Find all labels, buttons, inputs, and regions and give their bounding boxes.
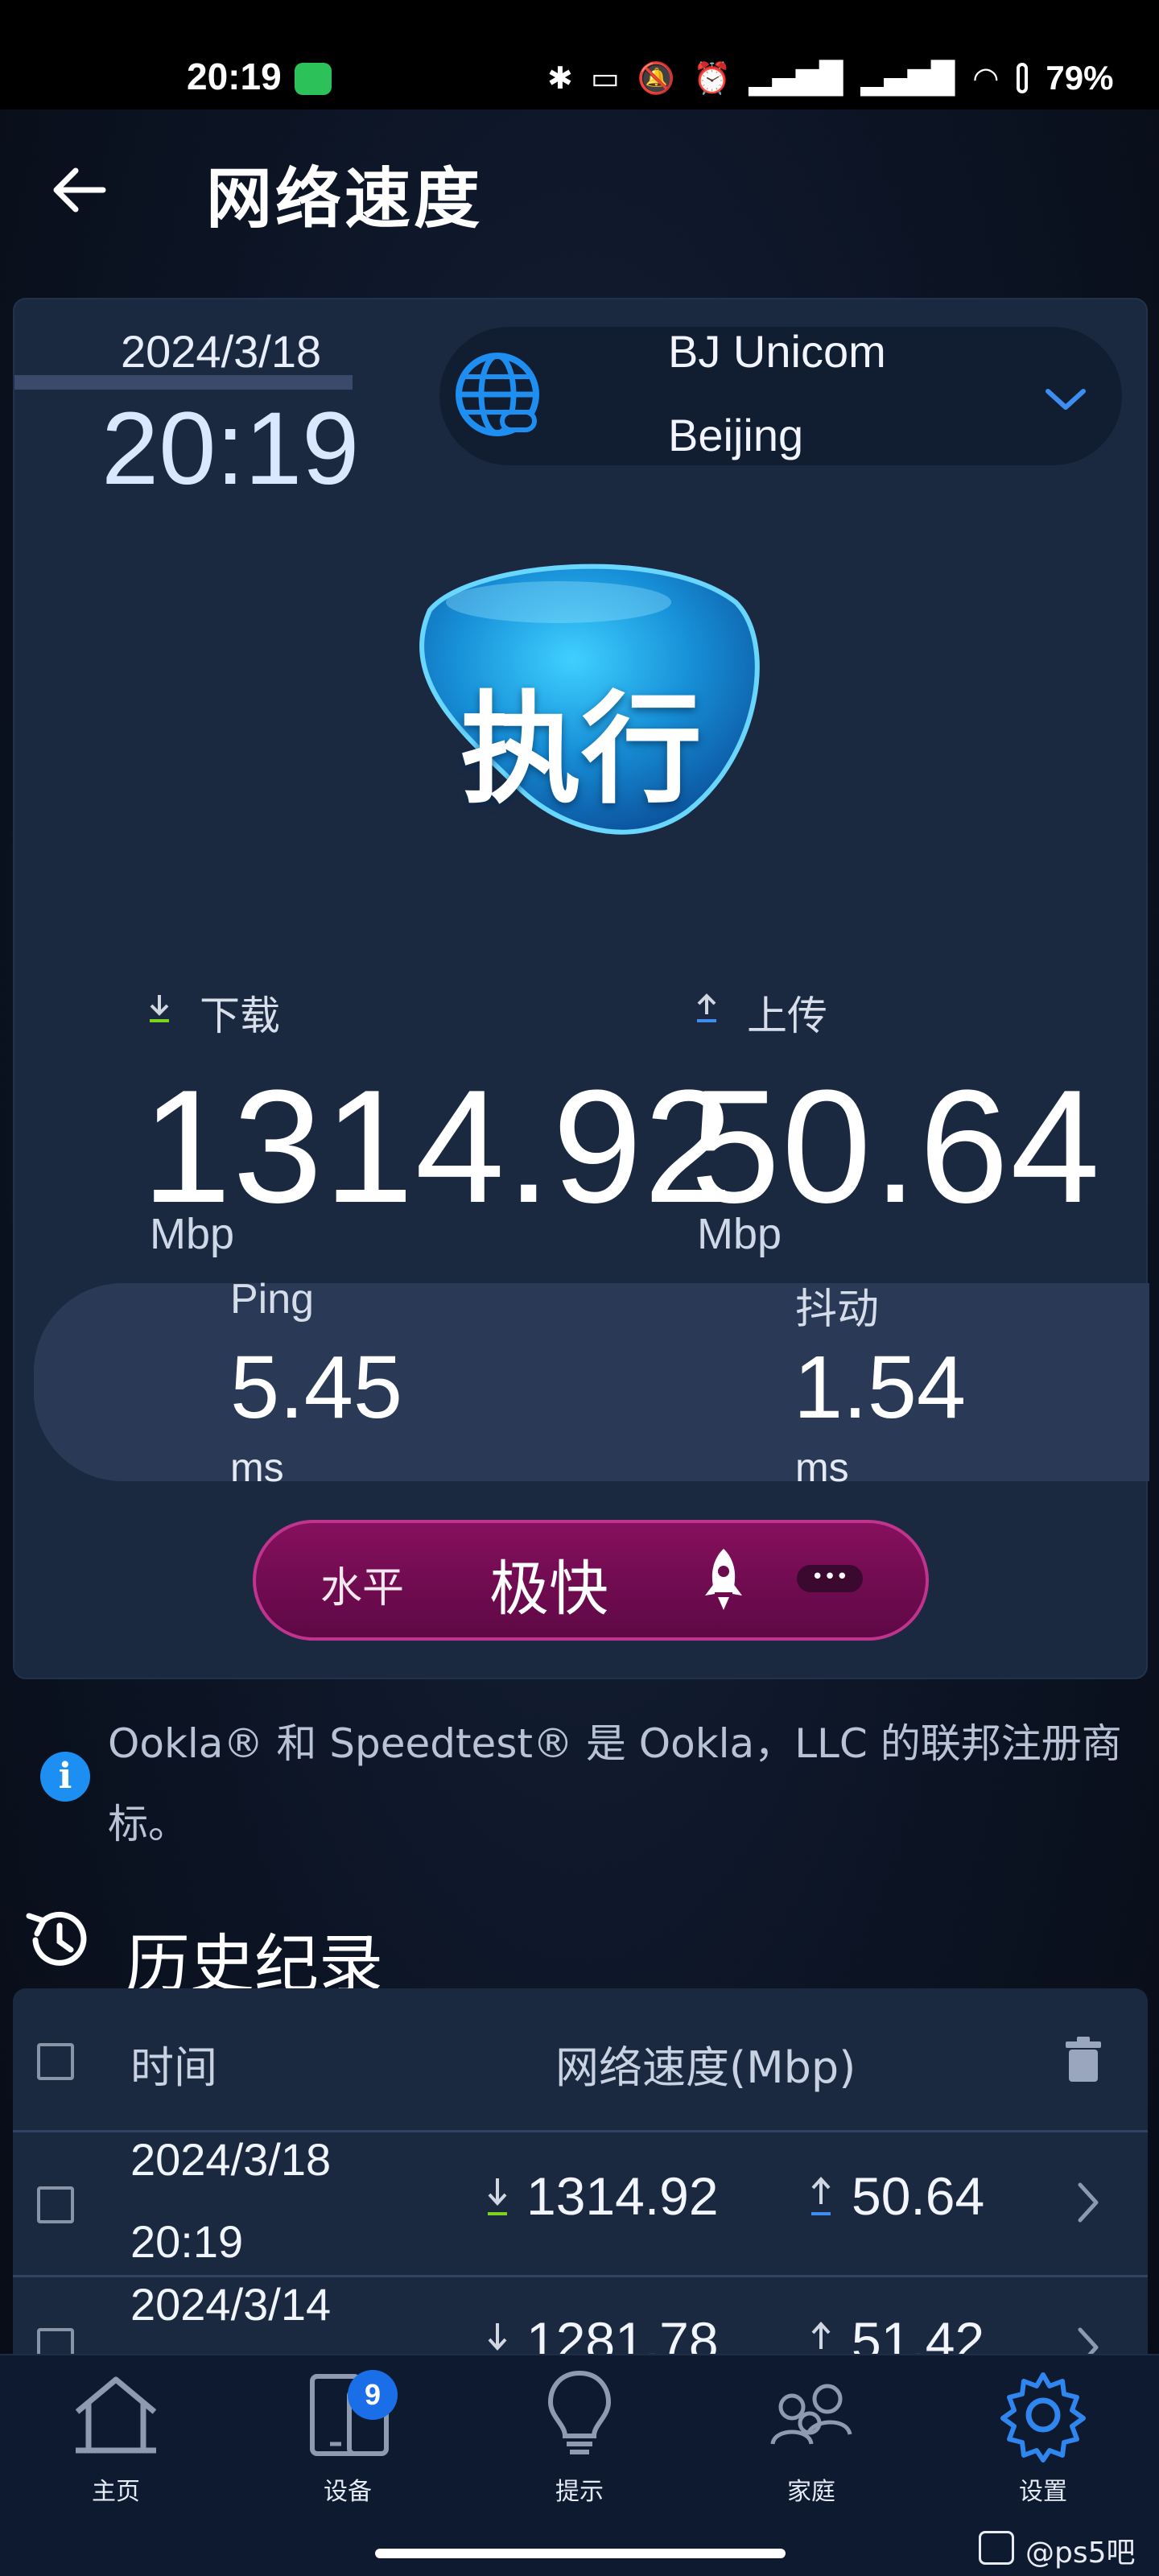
download-arrow-icon — [488, 2178, 507, 2215]
nav-label-tips: 提示 — [555, 2478, 604, 2506]
ping-label: Ping — [230, 1276, 315, 1323]
nav-item-home[interactable]: 主页 — [0, 2367, 232, 2507]
test-date: 2024/3/18 — [121, 326, 322, 377]
alarm-icon: ⏰ — [693, 60, 732, 96]
history-col-speed: 网络速度(Mbp) — [555, 2042, 856, 2093]
row-divider — [13, 2275, 1148, 2277]
watermark-text: @ps5吧 — [1025, 2537, 1136, 2570]
run-test-label: 执行 — [460, 680, 702, 820]
speed-level-value: 极快 — [489, 1554, 608, 1624]
history-icon — [26, 1911, 87, 1966]
server-name: BJ Unicom — [668, 326, 886, 377]
rocket-icon — [705, 1549, 742, 1610]
home-indicator[interactable] — [375, 2549, 786, 2558]
test-time: 20:19 — [101, 391, 360, 506]
server-city: Beijing — [668, 410, 804, 460]
download-label: 下载 — [200, 993, 280, 1039]
chevron-right-icon[interactable] — [1074, 2180, 1103, 2225]
battery-icon — [1017, 63, 1029, 93]
back-arrow-icon[interactable] — [47, 158, 111, 222]
nav-item-settings[interactable]: 设置 — [927, 2367, 1159, 2507]
history-row-checkbox[interactable] — [37, 2186, 74, 2223]
history-col-time: 时间 — [130, 2042, 217, 2093]
family-icon — [770, 2384, 852, 2445]
speed-level-key: 水平 — [320, 1564, 405, 1612]
trademark-note: Ookla® 和 Speedtest® 是 Ookla，LLC 的联邦注册商标。 — [108, 1720, 1122, 1847]
latency-panel — [34, 1283, 1149, 1481]
signal-icon: ▂▄▆█ — [749, 60, 843, 96]
nav-item-devices[interactable]: 设备 — [232, 2367, 464, 2507]
upload-unit: Mbp — [697, 1210, 782, 1258]
row-divider — [13, 2130, 1148, 2132]
lightbulb-icon — [547, 2370, 612, 2454]
nav-label-devices: 设备 — [324, 2478, 372, 2506]
trash-icon[interactable] — [1062, 2035, 1104, 2083]
nav-item-family[interactable]: 家庭 — [695, 2367, 927, 2507]
history-row-date: 2024/3/14 — [130, 2279, 332, 2330]
select-all-checkbox[interactable] — [37, 2043, 74, 2080]
upload-arrow-icon — [811, 2177, 831, 2215]
tieba-logo — [979, 2531, 1014, 2565]
settings-icon — [1000, 2372, 1086, 2462]
history-row-date: 2024/3/18 — [130, 2134, 332, 2185]
wechat-notification-icon — [295, 63, 332, 95]
battery-percent: 79% — [1046, 59, 1114, 97]
nav-label-settings: 设置 — [1019, 2478, 1067, 2506]
chevron-down-icon[interactable] — [1041, 383, 1090, 415]
upload-arrow-icon — [697, 993, 716, 1022]
status-icons: ✱ ▭ 🔕 ⏰ ▂▄▆█ ▂▄▆█ ◠ 79% — [547, 58, 1113, 98]
wifi-icon: ◠ — [972, 60, 1000, 96]
ping-value: 5.45 — [230, 1338, 403, 1437]
jitter-value: 1.54 — [794, 1338, 967, 1437]
devices-badge: 9 — [348, 2370, 398, 2420]
history-row-download: 1314.92 — [526, 2166, 719, 2226]
jitter-unit: ms — [795, 1445, 849, 1490]
nav-label-home: 主页 — [92, 2478, 140, 2506]
more-button[interactable]: ••• — [797, 1565, 863, 1592]
download-arrow-icon — [150, 995, 169, 1022]
nav-item-tips[interactable]: 提示 — [464, 2367, 695, 2507]
jitter-label: 抖动 — [795, 1286, 880, 1334]
ping-unit: ms — [230, 1445, 284, 1490]
download-unit: Mbp — [150, 1210, 235, 1258]
page-title: 网络速度 — [206, 161, 484, 237]
status-time: 20:19 — [187, 56, 282, 97]
history-row-time: 20:19 — [130, 2216, 244, 2267]
globe-link-icon — [456, 353, 539, 436]
vibrate-icon: ▭ — [590, 60, 620, 96]
info-icon: i — [40, 1752, 90, 1802]
mute-icon: 🔕 — [637, 60, 676, 96]
history-row-upload: 50.64 — [852, 2166, 985, 2226]
bluetooth-icon: ✱ — [547, 60, 573, 96]
upload-label: 上传 — [747, 993, 827, 1039]
nav-label-family: 家庭 — [787, 2478, 835, 2506]
signal-icon-2: ▂▄▆█ — [860, 60, 955, 96]
home-icon — [75, 2376, 157, 2454]
